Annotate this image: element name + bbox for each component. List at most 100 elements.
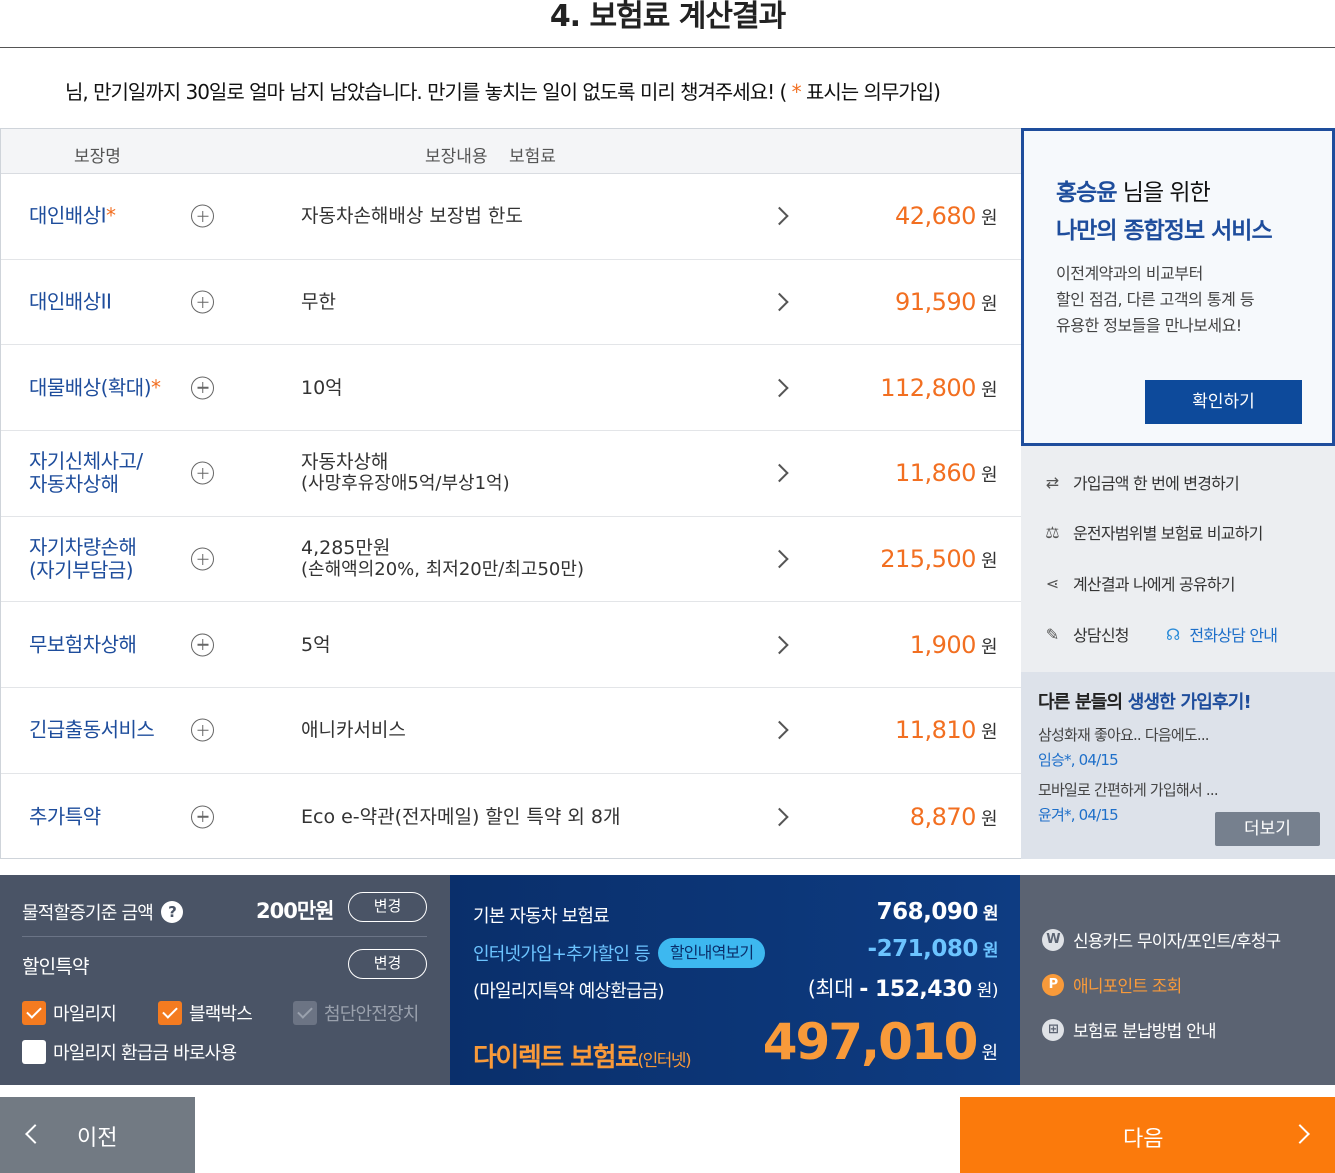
prev-label: 이전: [77, 1126, 118, 1151]
property-threshold-label: 물적할증기준 금액?: [22, 899, 184, 925]
plus-icon[interactable]: [191, 547, 214, 571]
notice-star: *: [786, 80, 806, 104]
header-premium: 보험료: [509, 147, 556, 167]
chevron-right-icon[interactable]: [770, 549, 789, 569]
plus-icon[interactable]: [191, 718, 214, 742]
reviews-title-prefix: 다른 분들의: [1038, 692, 1128, 713]
reviews-title-highlight: 생생한 가입후기!: [1127, 692, 1252, 713]
checkbox-unchecked-icon[interactable]: [22, 1040, 46, 1064]
base-premium-amount: 768,090: [876, 899, 979, 925]
confirm-button[interactable]: 확인하기: [1145, 380, 1302, 424]
coverage-name: 자기신체사고/ 자동차상해: [29, 450, 189, 496]
discount-value: -271,080 원: [868, 936, 999, 962]
phone-consult-link[interactable]: ☊ 전화상담 안내: [1166, 622, 1278, 646]
review-text[interactable]: 삼성화재 좋아요.. 다음에도...: [1038, 724, 1210, 745]
compare-driver-label: 운전자범위별 보험료 비교하기: [1073, 524, 1263, 543]
checkbox-checked-icon[interactable]: [158, 1001, 182, 1025]
coverage-name-text: 자기신체사고/ 자동차상해: [29, 449, 143, 497]
anypoint-link[interactable]: P 애니포인트 조회: [1042, 972, 1182, 997]
coverage-content-text: 애니카서비스: [301, 719, 406, 742]
currency: 원: [980, 551, 998, 573]
chevron-right-icon[interactable]: [770, 721, 789, 740]
mileage-checkbox[interactable]: 마일리지: [22, 1000, 117, 1026]
refund-value: (최대 - 152,430 원): [807, 973, 999, 1003]
currency: 원: [980, 294, 998, 316]
chevron-right-icon[interactable]: [770, 635, 789, 654]
plus-icon[interactable]: [191, 461, 214, 485]
mileage-refund-checkbox[interactable]: 마일리지 환급금 바로사용: [22, 1039, 237, 1065]
plus-icon[interactable]: [191, 204, 214, 228]
chevron-right-icon[interactable]: [770, 378, 789, 397]
next-button[interactable]: 다음: [960, 1097, 1335, 1173]
chevron-right-icon[interactable]: [770, 207, 789, 226]
table-row[interactable]: 자기차량손해 (자기부담금) 4,285만원 (손해액의20%, 최저20만/최고5…: [1, 517, 1021, 603]
safety-device-label: 첨단안전장치: [324, 1004, 419, 1025]
plus-icon[interactable]: [191, 633, 214, 657]
anypoint-label: 애니포인트 조회: [1073, 977, 1182, 997]
plus-icon[interactable]: [191, 805, 214, 829]
premium-value: 11,810: [894, 716, 976, 745]
refund-suffix: 원): [976, 981, 999, 1001]
credit-card-link[interactable]: W 신용카드 무이자/포인트/후청구: [1042, 927, 1281, 952]
change-discount-button[interactable]: 변경: [348, 949, 427, 979]
plus-icon[interactable]: [191, 376, 214, 400]
consult-link[interactable]: ✎ 상담신청: [1041, 622, 1130, 646]
premium-amount: 1,900 원: [910, 631, 998, 659]
chevron-right-icon[interactable]: [770, 464, 789, 483]
coverage-content-text: 자동차상해: [301, 451, 389, 474]
prev-button[interactable]: 이전: [0, 1097, 195, 1173]
premium-amount: 215,500 원: [880, 545, 997, 573]
premium-value: 91,590: [894, 288, 976, 317]
coverage-content: 자동차손해배상 보장법 한도: [301, 205, 523, 227]
safety-device-checkbox: 첨단안전장치: [293, 1000, 419, 1026]
review-text[interactable]: 모바일로 간편하게 가입해서 ...: [1038, 779, 1219, 800]
table-row[interactable]: 자기신체사고/ 자동차상해 자동차상해 (사망후유장애5억/부상1억) 11,860 원: [1, 431, 1021, 517]
coverage-name-text: 추가특약: [29, 804, 101, 829]
chevron-right-icon[interactable]: [770, 292, 789, 312]
blackbox-checkbox[interactable]: 블랙박스: [158, 1000, 253, 1026]
view-discount-button[interactable]: 할인내역보기: [657, 938, 766, 968]
currency: 원: [982, 904, 999, 924]
coverage-content-text: Eco e-약관(전자메일) 할인 특약 외 8개: [301, 805, 621, 828]
options-panel: 물적할증기준 금액? 200만원 변경 할인특약 변경 마일리지 블랙박스 첨단…: [0, 875, 450, 1085]
premium-amount: 42,680 원: [895, 202, 998, 230]
page: 4. 보험료 계산결과 님, 만기일까지 30일로 얼마 남지 남았습니다. 만…: [0, 0, 1335, 1173]
coverage-content: 4,285만원 (손해액의20%, 최저20만/최고50만): [301, 537, 584, 581]
coverage-name: 자기차량손해 (자기부담금): [29, 536, 189, 582]
headset-icon: ☊: [1166, 624, 1180, 644]
refund-prefix: (최대: [807, 977, 860, 1001]
blackbox-label: 블랙박스: [189, 1004, 253, 1025]
table-row[interactable]: 추가특약 Eco e-약관(전자메일) 할인 특약 외 8개 8,870 원: [1, 774, 1021, 860]
review-author: 윤겨*, 04/15: [1038, 806, 1119, 824]
table-row[interactable]: 대물배상(확대)* 10억 112,800 원: [1, 345, 1021, 432]
help-icon[interactable]: ?: [161, 901, 184, 923]
coverage-name-text: 무보험차상해: [29, 632, 137, 657]
page-title: 4. 보험료 계산결과: [0, 0, 1335, 48]
discount-label: 인터넷가입+추가할인 등: [473, 944, 651, 965]
installment-link[interactable]: ⊞ 보험료 분납방법 안내: [1042, 1017, 1217, 1042]
table-row[interactable]: 긴급출동서비스 애니카서비스 11,810 원: [1, 688, 1021, 774]
table-row[interactable]: 대인배상II 무한 91,590 원: [1, 260, 1021, 346]
plus-icon[interactable]: [191, 290, 214, 314]
table-row[interactable]: 무보험차상해 5억 1,900 원: [1, 602, 1021, 689]
share-link[interactable]: ⋖ 계산결과 나에게 공유하기: [1041, 571, 1236, 595]
coverage-content-text: 5억: [301, 633, 331, 656]
more-reviews-button[interactable]: 더보기: [1215, 812, 1320, 846]
coverage-name-text: 대물배상(확대): [29, 375, 152, 400]
chevron-right-icon[interactable]: [770, 807, 789, 826]
credit-card-label: 신용카드 무이자/포인트/후청구: [1073, 932, 1281, 952]
coverage-name: 추가특약: [29, 805, 189, 828]
premium-amount: 91,590 원: [894, 288, 998, 317]
table-row[interactable]: 대인배상I* 자동차손해배상 보장법 한도 42,680 원: [1, 174, 1021, 260]
checkbox-disabled-icon: [293, 1001, 317, 1025]
refund-label: (마일리지특약 예상환급금): [473, 981, 665, 1002]
base-premium-label: 기본 자동차 보험료: [473, 906, 610, 927]
change-amount-link[interactable]: ⇄ 가입금액 한 번에 변경하기: [1041, 470, 1240, 494]
checkbox-checked-icon[interactable]: [22, 1001, 46, 1025]
compare-driver-link[interactable]: ⚖ 운전자범위별 보험료 비교하기: [1041, 520, 1263, 544]
coverage-name-text: 자기차량손해 (자기부담금): [29, 535, 137, 583]
share-label: 계산결과 나에게 공유하기: [1073, 575, 1236, 594]
change-property-button[interactable]: 변경: [348, 892, 427, 922]
mileage-label: 마일리지: [53, 1004, 117, 1025]
premium-summary: 기본 자동차 보험료 768,090 원 인터넷가입+추가할인 등 할인내역보기 -…: [450, 875, 1020, 1085]
